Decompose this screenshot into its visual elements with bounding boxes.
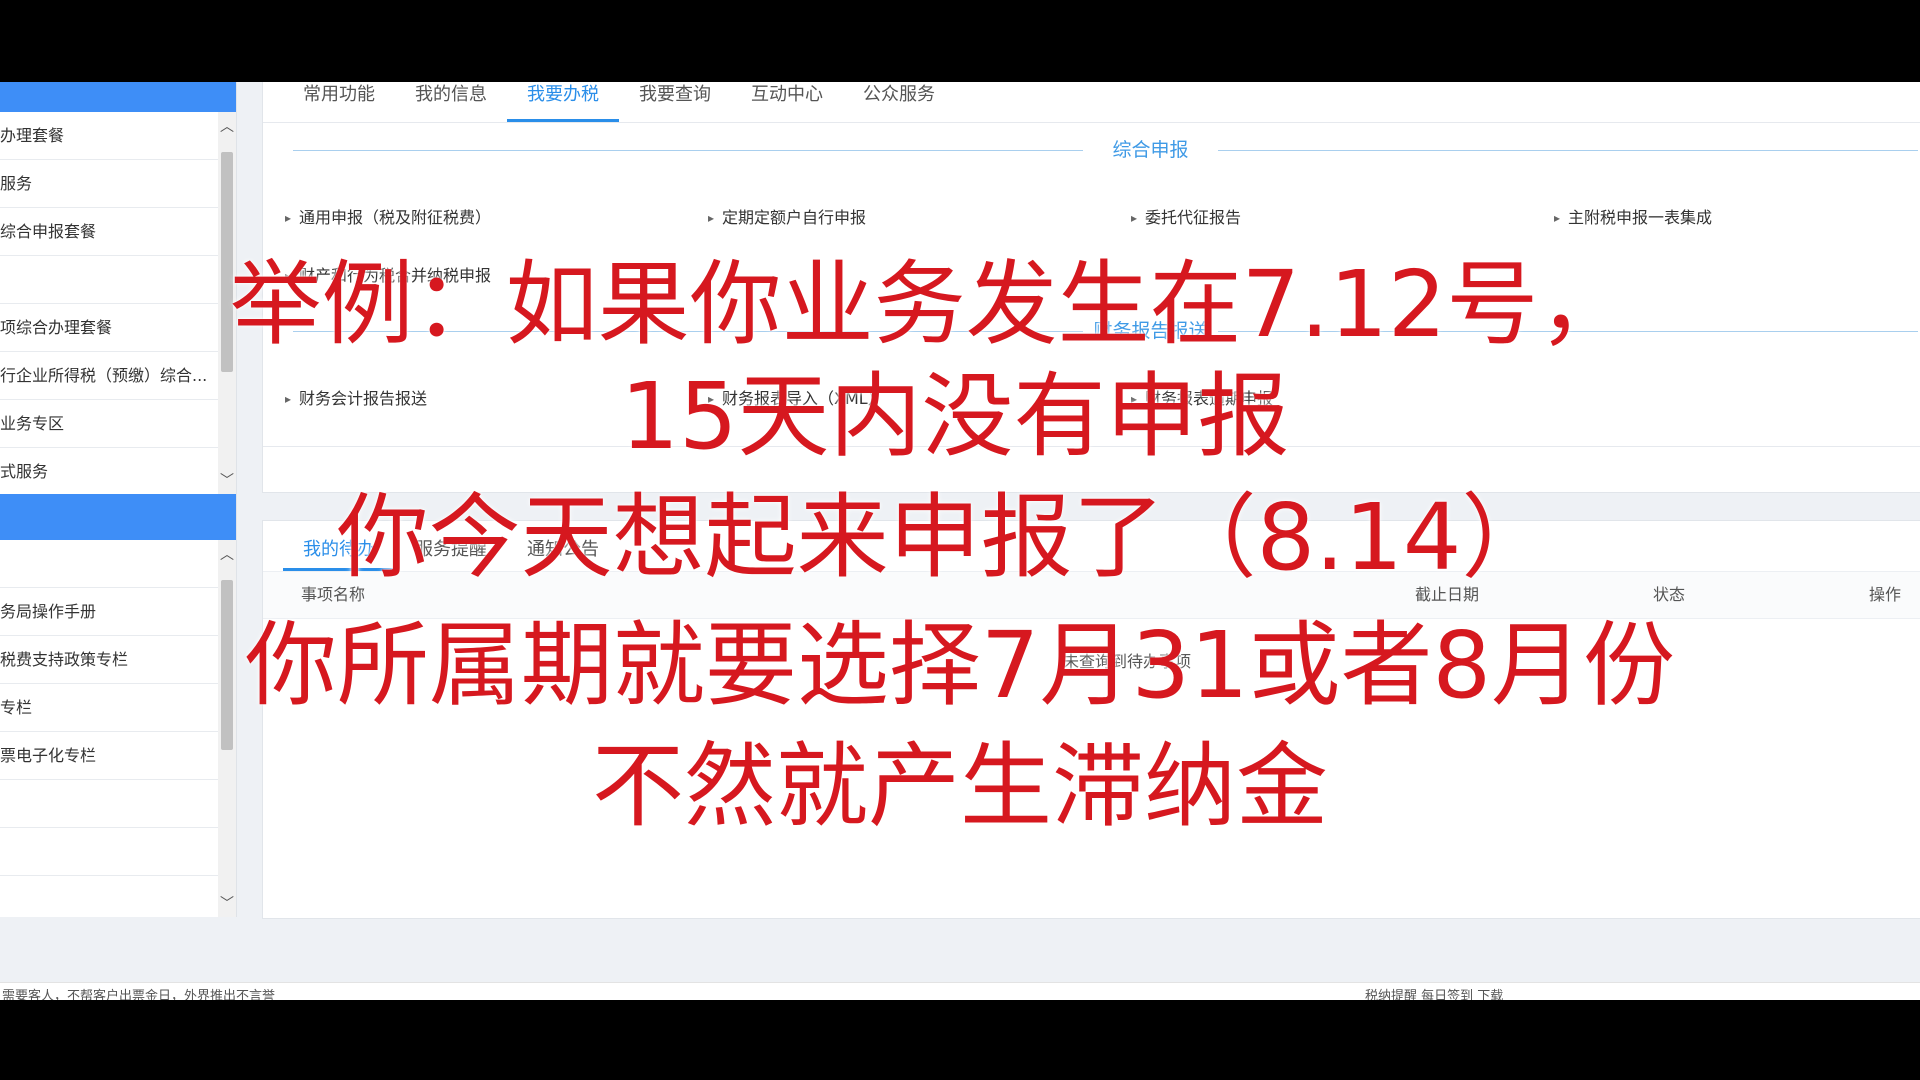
sidebar-item[interactable]: 业务专区: [0, 400, 218, 448]
column-action: 操作: [1869, 585, 1902, 604]
column-status: 状态: [1653, 585, 1686, 604]
sidebar-item[interactable]: [0, 780, 218, 828]
left-sidebar: 办理套餐 服务 综合申报套餐 项综合办理套餐 行企业所得税（预缴）综合... 业…: [0, 82, 237, 917]
link-general-declaration[interactable]: 通用申报（税及附征税费）: [285, 204, 491, 228]
status-bar-right-text[interactable]: 税纳提醒 每日签到 下载: [1365, 985, 1503, 1000]
tabs-divider: [263, 122, 1920, 123]
sidebar-item[interactable]: 项综合办理套餐: [0, 304, 218, 352]
sidebar-item[interactable]: [0, 540, 218, 588]
chevron-up-icon[interactable]: ︿: [218, 116, 236, 136]
chevron-up-icon[interactable]: ︿: [218, 544, 236, 564]
chevron-down-icon[interactable]: ﹀: [218, 893, 236, 913]
sidebar-item[interactable]: [0, 256, 218, 304]
tab-tax-handling[interactable]: 我要办税: [507, 82, 619, 122]
tab-common[interactable]: 常用功能: [283, 82, 395, 122]
section-title-text: 财务报告报送: [1093, 320, 1208, 342]
section-title-comprehensive: 综合申报: [293, 137, 1918, 163]
sidebar-item[interactable]: 票电子化专栏: [0, 732, 218, 780]
sidebar-item[interactable]: 服务: [0, 160, 218, 208]
tab-public-service[interactable]: 公众服务: [843, 82, 955, 122]
scroll-thumb[interactable]: [221, 152, 233, 372]
sidebar-item[interactable]: 式服务: [0, 448, 218, 496]
link-main-tax-integration[interactable]: 主附税申报一表集成: [1554, 204, 1712, 228]
todo-table-header: 事项名称 截止日期 状态 操作: [263, 571, 1920, 619]
section-title-text: 综合申报: [1112, 139, 1189, 161]
sidebar-item[interactable]: 综合申报套餐: [0, 208, 218, 256]
tab-notices[interactable]: 通知公告: [507, 531, 619, 571]
link-financial-overdue[interactable]: 财务报表逾期申报: [1131, 385, 1273, 409]
browser-viewport: 办理套餐 服务 综合申报套餐 项综合办理套餐 行企业所得税（预缴）综合... 业…: [0, 82, 1920, 1000]
sidebar-item[interactable]: 行企业所得税（预缴）综合...: [0, 352, 218, 400]
panel-divider: [263, 446, 1920, 447]
empty-state-text: 未查询到待办事项: [1063, 652, 1192, 671]
link-financial-report-submit[interactable]: 财务会计报告报送: [285, 385, 427, 409]
sidebar-scrollbar-2[interactable]: ︿ ﹀: [218, 540, 236, 917]
tab-query[interactable]: 我要查询: [619, 82, 731, 122]
link-financial-xml-import[interactable]: 财务报表导入（XML）: [708, 385, 884, 409]
section-title-financial-report: 财务报告报送: [293, 318, 1918, 344]
top-tabs: 常用功能 我的信息 我要办税 我要查询 互动中心 公众服务: [283, 82, 955, 122]
scroll-thumb[interactable]: [221, 580, 233, 750]
sidebar-list-1: 办理套餐 服务 综合申报套餐 项综合办理套餐 行企业所得税（预缴）综合... 业…: [0, 112, 218, 496]
tab-my-info[interactable]: 我的信息: [395, 82, 507, 122]
sidebar-header-2: [0, 494, 236, 540]
service-panel: 常用功能 我的信息 我要办税 我要查询 互动中心 公众服务 综合申报 通用申报（…: [262, 82, 1920, 493]
sidebar-header-1: [0, 82, 236, 112]
sidebar-list-2: 务局操作手册 税费支持政策专栏 专栏 票电子化专栏: [0, 540, 218, 876]
tab-service-reminder[interactable]: 服务提醒: [395, 531, 507, 571]
sidebar-item[interactable]: 办理套餐: [0, 112, 218, 160]
status-bar: 需要客人，不帮客户出票金日，外界推出不言誉 税纳提醒 每日签到 下载: [0, 982, 1920, 1000]
link-fixed-quota-declaration[interactable]: 定期定额户自行申报: [708, 204, 866, 228]
tab-interaction[interactable]: 互动中心: [731, 82, 843, 122]
todo-panel: 我的待办 服务提醒 通知公告 事项名称 截止日期 状态 操作 未查询到待办事项: [262, 520, 1920, 919]
sidebar-item[interactable]: 税费支持政策专栏: [0, 636, 218, 684]
tab-my-todo[interactable]: 我的待办: [283, 531, 395, 571]
column-deadline: 截止日期: [1415, 585, 1480, 604]
sidebar-item[interactable]: 务局操作手册: [0, 588, 218, 636]
todo-tabs: 我的待办 服务提醒 通知公告: [283, 531, 619, 571]
sidebar-item[interactable]: 专栏: [0, 684, 218, 732]
sidebar-item[interactable]: [0, 828, 218, 876]
column-item-name: 事项名称: [301, 585, 366, 604]
sidebar-scrollbar-1[interactable]: ︿ ﹀: [218, 112, 236, 494]
chevron-down-icon[interactable]: ﹀: [218, 470, 236, 490]
link-property-tax-declaration[interactable]: 财产和行为税合并纳税申报: [285, 262, 491, 286]
link-entrusted-report[interactable]: 委托代征报告: [1131, 204, 1241, 228]
status-bar-left-text: 需要客人，不帮客户出票金日，外界推出不言誉: [2, 989, 276, 1000]
